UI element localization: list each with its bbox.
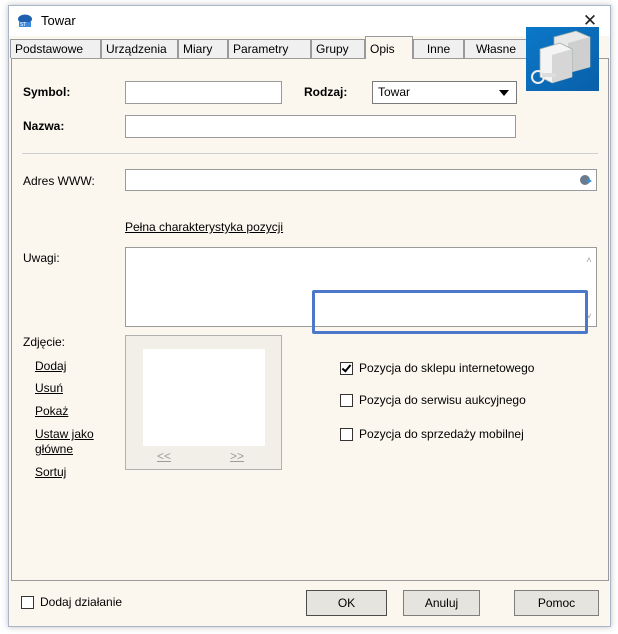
window-title: Towar	[41, 13, 76, 28]
tab-inne[interactable]: Inne	[413, 39, 464, 58]
open-link-icon[interactable]	[578, 172, 594, 188]
nazwa-input[interactable]	[125, 115, 516, 138]
checkbox-online-store-box[interactable]	[340, 361, 353, 375]
tab-wlasne[interactable]: Własne	[464, 39, 528, 58]
checkbox-add-action[interactable]: Dodaj działanie	[21, 595, 122, 609]
checkbox-online-store[interactable]: Pozycja do sklepu internetowego	[340, 361, 534, 375]
tab-grupy[interactable]: Grupy	[311, 39, 365, 58]
product-boxes-icon	[526, 27, 599, 91]
photo-preview	[143, 349, 265, 446]
checkbox-online-store-label: Pozycja do sklepu internetowego	[359, 361, 535, 375]
rodzaj-select-value: Towar	[378, 85, 411, 99]
checkmark-icon	[341, 361, 352, 373]
checkbox-mobile-sales[interactable]: Pozycja do sprzedaży mobilnej	[340, 427, 524, 441]
photo-preview-box: << >>	[125, 335, 282, 470]
highlight-frame	[312, 290, 588, 334]
checkbox-auction-label: Pozycja do serwisu aukcyjnego	[359, 393, 526, 407]
symbol-input[interactable]	[125, 81, 282, 104]
photo-add-link[interactable]: Dodaj	[35, 359, 66, 373]
photo-remove-link[interactable]: Usuń	[35, 381, 63, 395]
svg-text:ST: ST	[20, 22, 27, 28]
photo-set-main-link[interactable]: Ustaw jako	[35, 427, 94, 441]
tab-podstawowe[interactable]: Podstawowe	[10, 39, 101, 58]
title-bar: ST Towar ✕	[9, 6, 610, 36]
dialog-footer: Dodaj działanie OK Anuluj Pomoc	[9, 581, 610, 627]
photo-label: Zdjęcie:	[23, 335, 66, 349]
app-logo-icon: ST	[18, 14, 32, 28]
tab-parametry[interactable]: Parametry	[228, 39, 311, 58]
help-button[interactable]: Pomoc	[514, 590, 599, 616]
checkbox-auction[interactable]: Pozycja do serwisu aukcyjnego	[340, 393, 526, 407]
scroll-up-icon[interactable]: ˄	[584, 256, 594, 265]
tab-opis[interactable]: Opis	[365, 36, 413, 59]
checkbox-add-action-box[interactable]	[21, 595, 34, 609]
checkbox-auction-box[interactable]	[340, 393, 353, 407]
checkbox-mobile-sales-label: Pozycja do sprzedaży mobilnej	[359, 427, 524, 441]
photo-prev-link[interactable]: <<	[157, 449, 171, 463]
separator	[22, 153, 598, 154]
rodzaj-label: Rodzaj:	[304, 85, 348, 99]
checkbox-add-action-label: Dodaj działanie	[40, 595, 123, 609]
nazwa-label: Nazwa:	[23, 119, 65, 133]
tab-urzadzenia[interactable]: Urządzenia	[101, 39, 178, 58]
checkbox-mobile-sales-box[interactable]	[340, 427, 353, 441]
photo-show-link[interactable]: Pokaż	[35, 404, 68, 418]
tab-strip: Podstawowe Urządzenia Miary Parametry Gr…	[9, 36, 610, 59]
ok-button[interactable]: OK	[306, 590, 387, 616]
chevron-down-icon	[499, 90, 509, 96]
tab-miary[interactable]: Miary	[178, 39, 228, 58]
photo-sort-link[interactable]: Sortuj	[35, 465, 66, 479]
photo-set-main-link-line2[interactable]: główne	[35, 442, 73, 456]
photo-next-link[interactable]: >>	[230, 449, 244, 463]
full-characteristics-link[interactable]: Pełna charakterystyka pozycji	[125, 220, 283, 234]
rodzaj-select[interactable]: Towar	[372, 81, 517, 104]
www-label: Adres WWW:	[23, 174, 95, 188]
cancel-button[interactable]: Anuluj	[403, 590, 480, 616]
uwagi-label: Uwagi:	[23, 251, 60, 265]
symbol-label: Symbol:	[23, 85, 71, 99]
www-input[interactable]	[125, 169, 597, 191]
dialog-window: ST Towar ✕ Podstawowe Urządzenia Miary P…	[8, 5, 611, 627]
